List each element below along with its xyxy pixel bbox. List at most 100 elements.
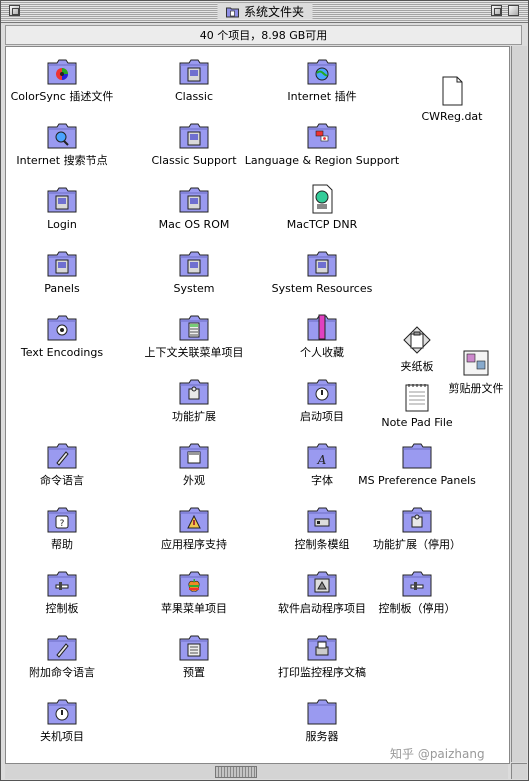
internet-search-folder-icon	[46, 119, 78, 151]
finder-item[interactable]: 应用程序支持	[129, 503, 259, 551]
login-folder-icon	[46, 183, 78, 215]
finder-item[interactable]: Internet 插件	[257, 55, 387, 103]
item-label: MacTCP DNR	[286, 218, 358, 231]
item-label: 应用程序支持	[161, 538, 227, 551]
note-pad-file-icon	[401, 381, 433, 413]
fonts-folder-icon: A	[306, 439, 338, 471]
finder-item[interactable]: 外观	[129, 439, 259, 487]
close-box[interactable]	[9, 5, 20, 16]
svg-text:?: ?	[60, 519, 65, 529]
finder-item[interactable]: 功能扩展	[129, 375, 259, 423]
finder-item[interactable]: Classic Support	[129, 119, 259, 167]
scroll-thumb[interactable]	[215, 766, 257, 778]
shutdown-items-folder-icon	[46, 695, 78, 727]
item-label: 启动项目	[300, 410, 344, 423]
launcher-items-folder-icon	[306, 567, 338, 599]
finder-item[interactable]: System Resources	[257, 247, 387, 295]
vertical-scrollbar[interactable]	[511, 46, 527, 762]
item-label: 预置	[183, 666, 205, 679]
item-label: 打印监控程序文稿	[278, 666, 366, 679]
text-encodings-folder-icon	[46, 311, 78, 343]
finder-item[interactable]: 服务器	[257, 695, 387, 743]
collapse-box[interactable]	[508, 5, 519, 16]
item-label: MS Preference Panels	[358, 474, 476, 487]
item-label: 功能扩展	[172, 410, 216, 423]
finder-item[interactable]: 预置	[129, 631, 259, 679]
application-support-folder-icon	[178, 503, 210, 535]
item-label: 功能扩展（停用）	[373, 538, 461, 551]
finder-item[interactable]: MacTCP DNR	[257, 183, 387, 231]
control-strip-modules-folder-icon	[306, 503, 338, 535]
finder-item[interactable]: Login	[6, 183, 127, 231]
finder-item[interactable]: 命令语言	[6, 439, 127, 487]
finder-item[interactable]: 控制板	[6, 567, 127, 615]
finder-item[interactable]: 上下文关联菜单项目	[129, 311, 259, 359]
contextual-menu-folder-icon	[178, 311, 210, 343]
finder-item[interactable]: 苹果菜单项目	[129, 567, 259, 615]
item-label: System	[173, 282, 215, 295]
extensions-folder-icon	[178, 375, 210, 407]
item-label: 服务器	[305, 730, 339, 743]
colorsync-folder-icon	[46, 55, 78, 87]
watermark: 知乎 @paizhang	[390, 747, 485, 761]
finder-item[interactable]: 关机项目	[6, 695, 127, 743]
item-label: Panels	[44, 282, 80, 295]
item-label: 命令语言	[40, 474, 84, 487]
document-file-icon	[436, 75, 468, 107]
ms-preference-panels-folder-icon	[401, 439, 433, 471]
finder-item[interactable]: Text Encodings	[6, 311, 127, 359]
title-bar[interactable]: 系统文件夹	[1, 1, 528, 23]
mactcp-dnr-icon	[306, 183, 338, 215]
finder-item[interactable]: Panels	[6, 247, 127, 295]
item-label: Language & Region Support	[244, 154, 400, 167]
preferences-folder-icon	[178, 631, 210, 663]
scrapbook-icon	[460, 347, 492, 379]
item-label: 苹果菜单项目	[161, 602, 227, 615]
control-panels-folder-icon	[46, 567, 78, 599]
status-bar: 40 个项目，8.98 GB可用	[5, 25, 522, 45]
startup-items-folder-icon	[306, 375, 338, 407]
item-label: 控制板	[45, 602, 79, 615]
favorites-folder-icon	[306, 311, 338, 343]
printmonitor-documents-folder-icon	[306, 631, 338, 663]
zoom-box[interactable]	[491, 5, 502, 16]
finder-item[interactable]: 打印监控程序文稿	[257, 631, 387, 679]
window-title-text: 系统文件夹	[243, 4, 305, 19]
item-label: ColorSync 插述文件	[10, 90, 114, 103]
apple-menu-items-folder-icon	[178, 567, 210, 599]
finder-item[interactable]: Mac OS ROM	[129, 183, 259, 231]
finder-item[interactable]: 功能扩展（停用）	[352, 503, 482, 551]
system-folder-icon	[225, 6, 239, 17]
mac-os-rom-icon	[178, 183, 210, 215]
finder-item[interactable]: 附加命令语言	[6, 631, 127, 679]
finder-item[interactable]: Classic	[129, 55, 259, 103]
item-label: 控制板（停用）	[378, 602, 456, 615]
item-label: 附加命令语言	[29, 666, 95, 679]
panels-folder-icon	[46, 247, 78, 279]
scripting-extra-folder-icon	[46, 631, 78, 663]
horizontal-scrollbar[interactable]	[5, 763, 508, 779]
finder-item[interactable]: CWReg.dat	[387, 75, 509, 123]
resize-handle[interactable]	[511, 763, 527, 779]
finder-item[interactable]: 控制板（停用）	[352, 567, 482, 615]
finder-item[interactable]: Language & Region Support	[245, 119, 399, 167]
item-label: 帮助	[51, 538, 73, 551]
finder-item[interactable]: MS Preference Panels	[352, 439, 482, 487]
item-label: 字体	[311, 474, 333, 487]
finder-item[interactable]: Note Pad File	[352, 381, 482, 429]
finder-item[interactable]: System	[129, 247, 259, 295]
finder-item[interactable]: Internet 搜索节点	[6, 119, 127, 167]
item-label: Login	[47, 218, 77, 231]
icon-view: ColorSync 插述文件 Classic Internet 插件 CWReg.…	[5, 46, 510, 764]
finder-item[interactable]: ? 帮助	[6, 503, 127, 551]
servers-folder-icon	[306, 695, 338, 727]
finder-item[interactable]: ColorSync 插述文件	[6, 55, 127, 103]
scripting-additions-folder-icon	[46, 439, 78, 471]
item-label: Text Encodings	[20, 346, 104, 359]
item-label: Classic Support	[151, 154, 237, 167]
internet-plugins-folder-icon	[306, 55, 338, 87]
appearance-folder-icon	[178, 439, 210, 471]
classic-folder-icon	[178, 55, 210, 87]
classic-support-folder-icon	[178, 119, 210, 151]
finder-window: 系统文件夹 40 个项目，8.98 GB可用 ColorSync 插述文件 Cl…	[0, 0, 529, 781]
